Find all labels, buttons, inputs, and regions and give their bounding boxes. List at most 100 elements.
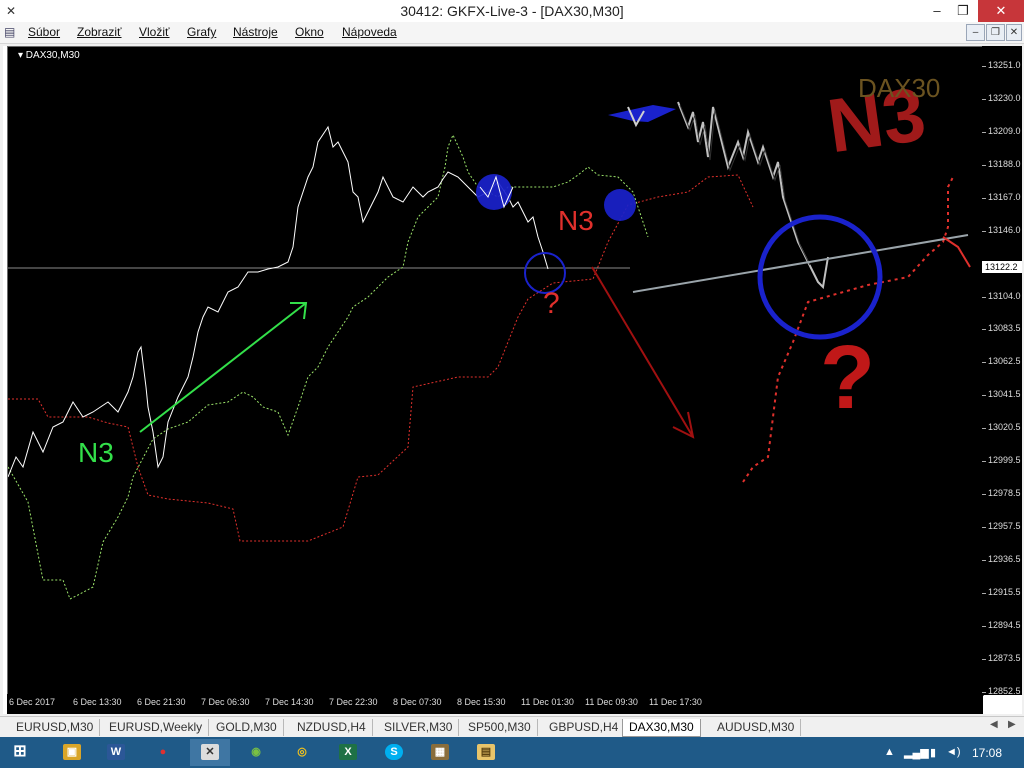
- tab-audusd-m30[interactable]: AUDUSD,M30: [711, 719, 802, 736]
- globe-icon: ◉: [251, 746, 261, 758]
- x-tick: 8 Dec 07:30: [393, 697, 442, 707]
- tab-gbpusd-h4[interactable]: GBPUSD,H4: [543, 719, 626, 736]
- close-button[interactable]: ✕: [978, 0, 1024, 22]
- red-arrow: [591, 266, 694, 438]
- paint-icon: ●: [159, 746, 167, 758]
- folder-app-button[interactable]: ▤: [466, 739, 506, 766]
- n3-green-label: N3: [78, 437, 114, 468]
- tab-sp500-m30[interactable]: SP500,M30: [462, 719, 538, 736]
- globe-app-button[interactable]: ◉: [236, 739, 276, 766]
- word-app-button[interactable]: W: [96, 739, 136, 766]
- menu-tools[interactable]: Nástroje: [233, 25, 278, 39]
- y-tick: 13209.0: [982, 126, 1021, 136]
- paint-app-button[interactable]: ●: [143, 739, 183, 766]
- word-icon: W: [107, 744, 125, 760]
- span-green-line: [8, 133, 649, 600]
- blue-dot-2: [604, 189, 636, 221]
- span-red-line: [8, 174, 754, 542]
- y-tick: 12873.5: [982, 653, 1021, 663]
- y-tick: 13167.0: [982, 192, 1021, 202]
- tab-eurusd-m30[interactable]: EURUSD,M30: [10, 719, 101, 736]
- menu-bar: ▤ Súbor Zobraziť Vložiť Grafy Nástroje O…: [0, 22, 1024, 44]
- chrome-icon: ◎: [297, 746, 307, 758]
- menu-help[interactable]: Nápoveda: [342, 25, 397, 39]
- x-tick: 7 Dec 14:30: [265, 697, 314, 707]
- x-tick: 6 Dec 2017: [9, 697, 56, 707]
- time-axis: 6 Dec 2017 6 Dec 13:30 6 Dec 21:30 7 Dec…: [7, 694, 983, 714]
- y-tick: 12894.5: [982, 620, 1021, 630]
- skype-icon: S: [385, 744, 403, 760]
- metatrader-icon: ✕: [201, 744, 219, 760]
- menu-view[interactable]: Zobraziť: [77, 25, 122, 39]
- chrome-app-button[interactable]: ◎: [282, 739, 322, 766]
- x-tick: 11 Dec 01:30: [521, 697, 574, 707]
- excel-icon: X: [339, 744, 357, 760]
- gallery-app-button[interactable]: ▦: [420, 739, 460, 766]
- symbol-watermark: DAX30: [858, 73, 941, 103]
- x-tick: 11 Dec 17:30: [649, 697, 702, 707]
- y-tick: 13230.0: [982, 93, 1021, 103]
- tab-silver-m30[interactable]: SILVER,M30: [378, 719, 460, 736]
- menu-charts[interactable]: Grafy: [187, 25, 216, 39]
- menu-file[interactable]: Súbor: [28, 25, 60, 39]
- red-arrow-tip: [942, 236, 971, 268]
- mdi-close-button[interactable]: ✕: [1006, 24, 1022, 41]
- question-mark-large: ?: [820, 328, 875, 428]
- volume-icon[interactable]: ◄): [946, 746, 961, 758]
- y-tick: 13083.5: [982, 323, 1021, 333]
- mdi-restore-button[interactable]: ❐: [986, 24, 1005, 41]
- chart-window: ▾ DAX30,M30 N3 N3 ? N3 ? DAX30 13251.0 1…: [3, 46, 1022, 714]
- price-chart[interactable]: ▾ DAX30,M30 N3 N3 ? N3 ? DAX30: [7, 46, 984, 696]
- x-tick: 7 Dec 22:30: [329, 697, 378, 707]
- tab-gold-m30[interactable]: GOLD,M30: [210, 719, 284, 736]
- price-line-right-shadow: [679, 104, 811, 266]
- menu-insert[interactable]: Vložiť: [139, 25, 170, 39]
- excel-app-button[interactable]: X: [328, 739, 368, 766]
- restore-button[interactable]: ❐: [948, 0, 978, 22]
- taskbar: ⊞ ▣ W ● ✕ ◉ ◎ X S ▦ ▤ ▲ ▂▄▆ ▮ ◄) 17:08: [0, 737, 1024, 768]
- tab-eurusd-weekly[interactable]: EURUSD,Weekly: [103, 719, 210, 736]
- skype-app-button[interactable]: S: [374, 739, 414, 766]
- y-tick: 12915.5: [982, 587, 1021, 597]
- system-clock[interactable]: 17:08: [972, 746, 1002, 760]
- y-tick: 12978.5: [982, 488, 1021, 498]
- battery-icon[interactable]: ▮: [930, 746, 936, 759]
- start-button[interactable]: ⊞: [0, 739, 40, 766]
- tab-dax30-m30[interactable]: DAX30,M30: [622, 719, 701, 737]
- y-tick: 13146.0: [982, 225, 1021, 235]
- tab-nzdusd-h4[interactable]: NZDUSD,H4: [291, 719, 373, 736]
- metatrader-app-button[interactable]: ✕: [190, 739, 230, 766]
- x-tick: 6 Dec 21:30: [137, 697, 186, 707]
- network-signal-icon[interactable]: ▂▄▆: [904, 746, 929, 759]
- trend-line: [632, 234, 969, 293]
- gallery-icon: ▣: [63, 744, 81, 760]
- question-mark-small: ?: [543, 287, 560, 320]
- current-price-label: 13122.2: [982, 261, 1022, 273]
- title-bar: ✕ 30412: GKFX-Live-3 - [DAX30,M30] – ❐ ✕: [0, 0, 1024, 22]
- blue-dot-1: [476, 174, 512, 210]
- tab-scroll-left-icon[interactable]: ◀: [990, 719, 998, 730]
- menu-window[interactable]: Okno: [295, 25, 324, 39]
- y-tick: 13251.0: [982, 60, 1021, 70]
- x-tick: 11 Dec 09:30: [585, 697, 638, 707]
- folder-icon: ▤: [477, 744, 495, 760]
- tab-scroll-right-icon[interactable]: ▶: [1008, 719, 1016, 730]
- price-line: [8, 125, 549, 478]
- document-icon[interactable]: ▤: [4, 25, 18, 39]
- windows-logo-icon: ⊞: [13, 743, 27, 760]
- y-tick: 13020.5: [982, 422, 1021, 432]
- photo-gallery-icon: ▦: [431, 744, 449, 760]
- x-tick: 6 Dec 13:30: [73, 697, 122, 707]
- y-tick: 12999.5: [982, 455, 1021, 465]
- tray-expand-icon[interactable]: ▲: [884, 746, 895, 758]
- y-tick: 13041.5: [982, 389, 1021, 399]
- n3-red-small-label: N3: [558, 205, 594, 236]
- y-tick: 12957.5: [982, 521, 1021, 531]
- y-tick: 13062.5: [982, 356, 1021, 366]
- file-explorer-app-button[interactable]: ▣: [52, 739, 92, 766]
- green-arrow: [139, 302, 307, 433]
- y-tick: 12852.5: [982, 686, 1021, 696]
- chart-tabs: EURUSD,M30 EURUSD,Weekly GOLD,M30 NZDUSD…: [0, 716, 1024, 737]
- mdi-minimize-button[interactable]: –: [966, 24, 985, 41]
- x-tick: 8 Dec 15:30: [457, 697, 506, 707]
